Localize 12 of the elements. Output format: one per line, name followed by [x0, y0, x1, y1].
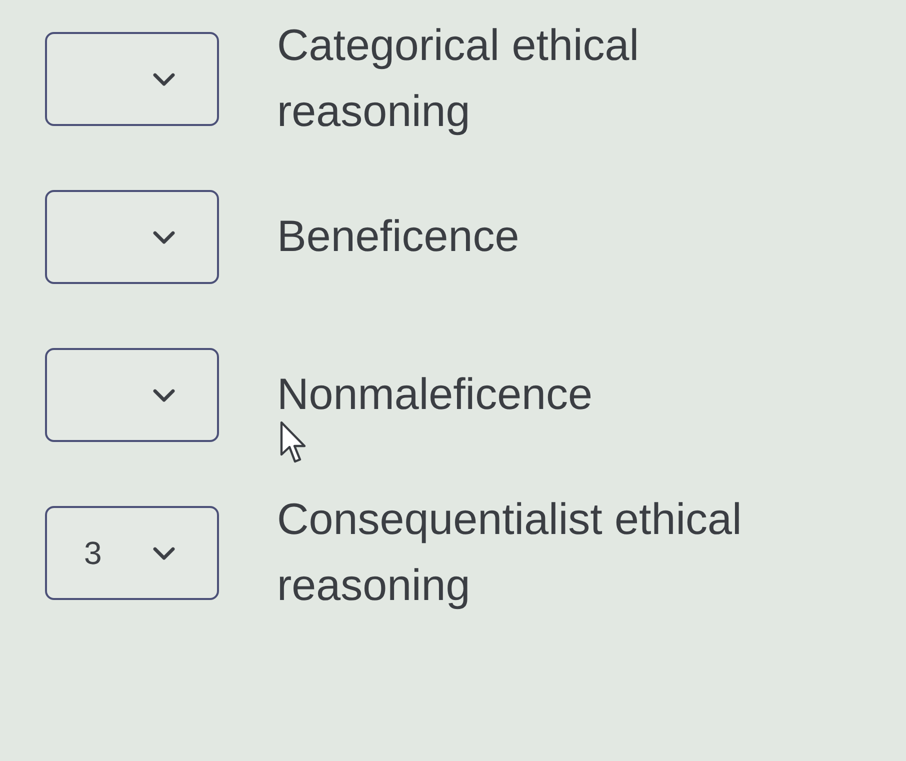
number-dropdown[interactable]	[45, 190, 219, 284]
item-label: Categorical ethical reasoning	[277, 20, 640, 138]
number-dropdown[interactable]	[45, 348, 219, 442]
item-label: Consequentialist ethical reasoning	[277, 494, 743, 612]
chevron-down-icon	[153, 388, 175, 402]
number-dropdown[interactable]: 3	[45, 506, 219, 600]
chevron-down-icon	[153, 230, 175, 244]
item-label: Nonmaleficence	[277, 369, 592, 421]
number-dropdown[interactable]	[45, 32, 219, 126]
chevron-down-icon	[153, 546, 175, 560]
chevron-down-icon	[153, 72, 175, 86]
item-label: Beneficence	[277, 211, 520, 263]
